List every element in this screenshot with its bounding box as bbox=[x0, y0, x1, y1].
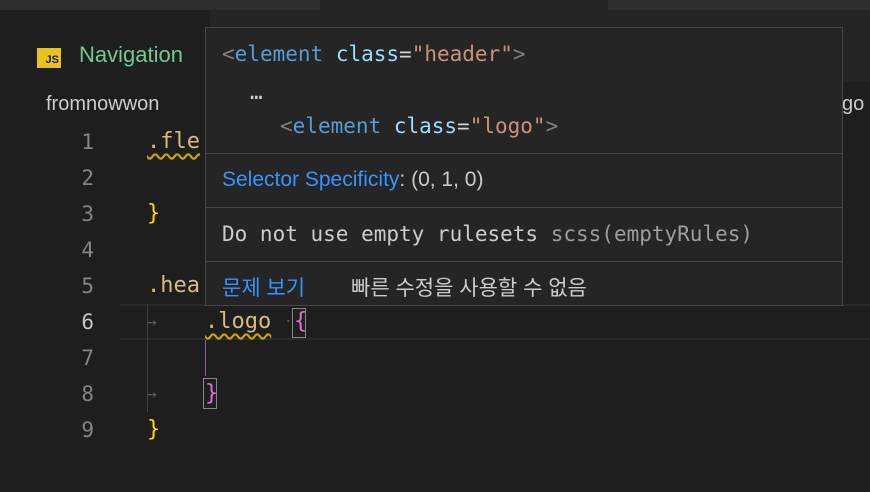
line-number: 6 bbox=[81, 310, 94, 334]
selector-specificity-link[interactable]: Selector Specificity bbox=[222, 168, 399, 191]
hover-ellipsis: … bbox=[250, 80, 263, 104]
javascript-file-icon: JS bbox=[37, 48, 61, 68]
bracket-match-highlight bbox=[292, 308, 306, 338]
tab-label: Navigation bbox=[79, 42, 183, 67]
hover-element-preview: <element class="header"> … <element clas… bbox=[206, 28, 842, 154]
bracket-match-highlight bbox=[203, 378, 217, 409]
line-number: 3 bbox=[81, 202, 94, 226]
hover-inner-element: <element class="logo"> bbox=[280, 114, 559, 138]
line-number: 1 bbox=[81, 130, 94, 154]
line-number: 7 bbox=[81, 346, 94, 370]
tab-whitespace-arrow-icon: → bbox=[147, 312, 157, 331]
hover-diagnostic-section: Do not use empty rulesets scss(emptyRule… bbox=[206, 208, 842, 262]
code-text[interactable]: .hea bbox=[147, 268, 200, 304]
specificity-value: : (0, 1, 0) bbox=[399, 168, 484, 191]
diagnostic-message: Do not use empty rulesets bbox=[222, 222, 539, 246]
code-line-7[interactable]: 7 bbox=[0, 340, 870, 376]
code-line-6[interactable]: 6 → .logo · { bbox=[0, 304, 870, 340]
tab-whitespace-arrow-icon: → bbox=[147, 384, 157, 403]
hover-outer-element: <element class="header"> bbox=[222, 42, 526, 66]
diagnostic-source: scss(emptyRules) bbox=[550, 222, 754, 246]
line-number: 5 bbox=[81, 274, 94, 298]
line-number: 2 bbox=[81, 166, 94, 190]
title-bar-strip bbox=[0, 0, 870, 10]
code-line-8[interactable]: 8 → } bbox=[0, 376, 870, 412]
title-bar-segment bbox=[320, 0, 608, 10]
editor-tab-navigation[interactable]: JS Navigation bbox=[0, 10, 210, 82]
breadcrumb-item-folder[interactable]: fromnowwon bbox=[46, 93, 159, 116]
code-text[interactable]: .fle bbox=[147, 124, 200, 160]
line-number: 9 bbox=[81, 418, 94, 442]
view-problem-link[interactable]: 문제 보기 bbox=[222, 272, 305, 302]
code-text[interactable]: } bbox=[147, 412, 160, 448]
line-number: 4 bbox=[81, 238, 94, 262]
hover-specificity-section: Selector Specificity: (0, 1, 0) bbox=[206, 154, 842, 208]
no-quick-fix-text: 빠른 수정을 사용할 수 없음 bbox=[351, 277, 587, 300]
code-selector[interactable]: .logo bbox=[205, 304, 271, 340]
hover-widget: <element class="header"> … <element clas… bbox=[205, 27, 843, 306]
line-number: 8 bbox=[81, 382, 94, 406]
hover-status-bar: 문제 보기 빠른 수정을 사용할 수 없음 bbox=[206, 262, 842, 305]
breadcrumb-item-symbol[interactable]: go bbox=[842, 93, 864, 116]
code-line-9[interactable]: 9 } bbox=[0, 412, 870, 448]
code-text[interactable]: } bbox=[147, 196, 160, 232]
